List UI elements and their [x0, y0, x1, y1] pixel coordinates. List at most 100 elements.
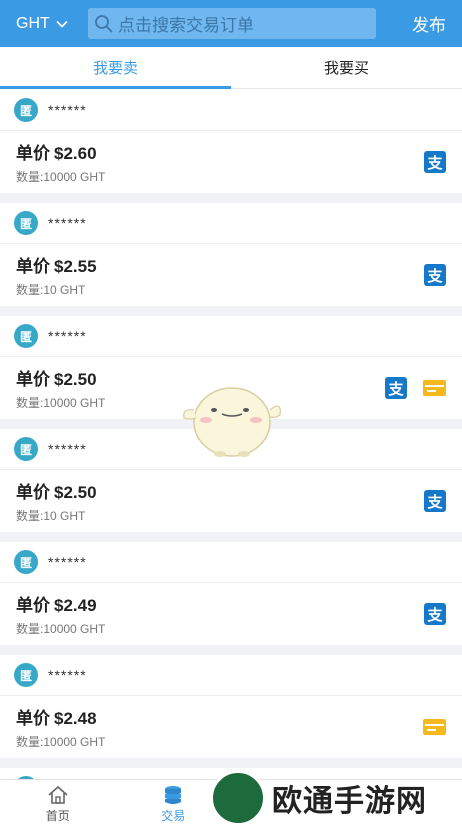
- order-details[interactable]: 单价 $2.50 数量:10000 GHT 支: [0, 357, 462, 419]
- order-details[interactable]: 单价 $2.48 数量:10000 GHT: [0, 696, 462, 758]
- seller-row: 匿 ******: [0, 655, 462, 696]
- payment-methods: 支: [424, 603, 446, 625]
- bottom-nav: 首页 交易: [0, 779, 462, 829]
- unit-price-label: 单价: [16, 709, 50, 728]
- unit-price: 单价 $2.60: [16, 139, 105, 164]
- anonymous-avatar-icon: 匿: [14, 437, 38, 461]
- unit-price-value: $2.49: [54, 596, 97, 615]
- anonymous-avatar-icon: 匿: [14, 211, 38, 235]
- tab-buy[interactable]: 我要买: [231, 47, 462, 88]
- nav-home[interactable]: 首页: [0, 780, 116, 829]
- quantity-value: 10000 GHT: [43, 622, 106, 636]
- order-details[interactable]: 单价 $2.50 数量:10 GHT 支: [0, 470, 462, 532]
- payment-methods: 支: [424, 264, 446, 286]
- quantity-value: 10 GHT: [43, 509, 86, 523]
- order-list[interactable]: 匿 ****** 单价 $2.60 数量:10000 GHT 支匿 ****** 单价 $2.5…: [0, 90, 462, 779]
- quantity: 数量:10000 GHT: [16, 168, 105, 185]
- nav-trade-label: 交易: [161, 809, 186, 823]
- seller-name: ******: [48, 554, 87, 570]
- quantity: 数量:10 GHT: [16, 507, 97, 524]
- order-card[interactable]: 匿 ****** 单价 $2.50 数量:10 GHT 支: [0, 429, 462, 532]
- payment-methods: [423, 719, 446, 735]
- price-block: 单价 $2.48 数量:10000 GHT: [16, 704, 105, 750]
- quantity-value: 10 GHT: [43, 283, 86, 297]
- unit-price-label: 单价: [16, 257, 50, 276]
- quantity: 数量:10000 GHT: [16, 620, 105, 637]
- seller-row: 匿 ******: [0, 316, 462, 357]
- price-block: 单价 $2.50 数量:10000 GHT: [16, 365, 105, 411]
- unit-price-value: $2.48: [54, 709, 97, 728]
- quantity-label: 数量:: [16, 283, 44, 297]
- payment-methods: 支: [385, 377, 446, 399]
- order-card[interactable]: 匿 ****** 单价 $2.60 数量:10000 GHT 支: [0, 90, 462, 193]
- alipay-icon: 支: [424, 151, 446, 173]
- quantity: 数量:10000 GHT: [16, 733, 105, 750]
- alipay-icon: 支: [424, 264, 446, 286]
- seller-name: ******: [48, 102, 87, 118]
- trade-tabs: 我要卖 我要买: [0, 47, 462, 89]
- order-card[interactable]: 匿 ****** 单价 $2.49 数量:10000 GHT 支: [0, 542, 462, 645]
- unit-price-label: 单价: [16, 483, 50, 502]
- unit-price-value: $2.60: [54, 144, 97, 163]
- price-block: 单价 $2.49 数量:10000 GHT: [16, 591, 105, 637]
- token-selector[interactable]: GHT: [0, 0, 88, 47]
- quantity-value: 10000 GHT: [43, 735, 106, 749]
- order-details[interactable]: 单价 $2.55 数量:10 GHT 支: [0, 244, 462, 306]
- order-card[interactable]: 匿 ****** 单价 $2.48 数量:10000 GHT: [0, 655, 462, 758]
- top-bar: GHT 点击搜索交易订单 发布: [0, 0, 462, 47]
- order-details[interactable]: 单价 $2.60 数量:10000 GHT 支: [0, 131, 462, 193]
- unit-price: 单价 $2.48: [16, 704, 105, 729]
- home-icon: [48, 785, 68, 804]
- payment-methods: 支: [424, 151, 446, 173]
- unit-price: 单价 $2.49: [16, 591, 105, 616]
- unit-price-value: $2.50: [54, 370, 97, 389]
- anonymous-avatar-icon: 匿: [14, 550, 38, 574]
- seller-row: 匿 ******: [0, 429, 462, 470]
- alipay-icon: 支: [424, 603, 446, 625]
- quantity-value: 10000 GHT: [43, 170, 106, 184]
- unit-price: 单价 $2.55: [16, 252, 97, 277]
- order-details[interactable]: 单价 $2.49 数量:10000 GHT 支: [0, 583, 462, 645]
- unit-price-label: 单价: [16, 144, 50, 163]
- order-card[interactable]: 匿 ****** 单价 $2.50 数量:10000 GHT 支: [0, 316, 462, 419]
- quantity-label: 数量:: [16, 396, 44, 410]
- alipay-icon: 支: [385, 377, 407, 399]
- order-card[interactable]: 匿 ****** 单价 $2.55 数量:10 GHT 支: [0, 203, 462, 306]
- price-block: 单价 $2.60 数量:10000 GHT: [16, 139, 105, 185]
- anonymous-avatar-icon: 匿: [14, 98, 38, 122]
- unit-price-label: 单价: [16, 370, 50, 389]
- quantity-value: 10000 GHT: [43, 396, 106, 410]
- unit-price-value: $2.55: [54, 257, 97, 276]
- tab-sell[interactable]: 我要卖: [0, 47, 231, 89]
- quantity: 数量:10 GHT: [16, 281, 97, 298]
- search-icon: [95, 14, 113, 33]
- quantity-label: 数量:: [16, 509, 44, 523]
- quantity-label: 数量:: [16, 170, 44, 184]
- price-block: 单价 $2.55 数量:10 GHT: [16, 252, 97, 298]
- order-card[interactable]: 匿······: [0, 768, 462, 779]
- coins-icon: [165, 786, 182, 804]
- seller-row: 匿······: [0, 768, 462, 779]
- quantity-label: 数量:: [16, 622, 44, 636]
- bank-card-icon: [423, 380, 446, 396]
- alipay-icon: 支: [424, 490, 446, 512]
- seller-name: ******: [48, 667, 87, 683]
- payment-methods: 支: [424, 490, 446, 512]
- unit-price: 单价 $2.50: [16, 478, 97, 503]
- seller-name: ******: [48, 441, 87, 457]
- price-block: 单价 $2.50 数量:10 GHT: [16, 478, 97, 524]
- anonymous-avatar-icon: 匿: [14, 324, 38, 348]
- anonymous-avatar-icon: 匿: [14, 663, 38, 687]
- nav-home-label: 首页: [45, 809, 70, 823]
- publish-button[interactable]: 发布: [412, 11, 446, 36]
- search-input[interactable]: 点击搜索交易订单: [88, 8, 376, 39]
- search-placeholder: 点击搜索交易订单: [118, 16, 254, 35]
- unit-price-value: $2.50: [54, 483, 97, 502]
- quantity-label: 数量:: [16, 735, 44, 749]
- seller-row: 匿 ******: [0, 203, 462, 244]
- token-label: GHT: [16, 14, 50, 32]
- seller-row: 匿 ******: [0, 90, 462, 131]
- seller-name: ******: [48, 215, 87, 231]
- quantity: 数量:10000 GHT: [16, 394, 105, 411]
- nav-trade[interactable]: 交易: [116, 780, 232, 829]
